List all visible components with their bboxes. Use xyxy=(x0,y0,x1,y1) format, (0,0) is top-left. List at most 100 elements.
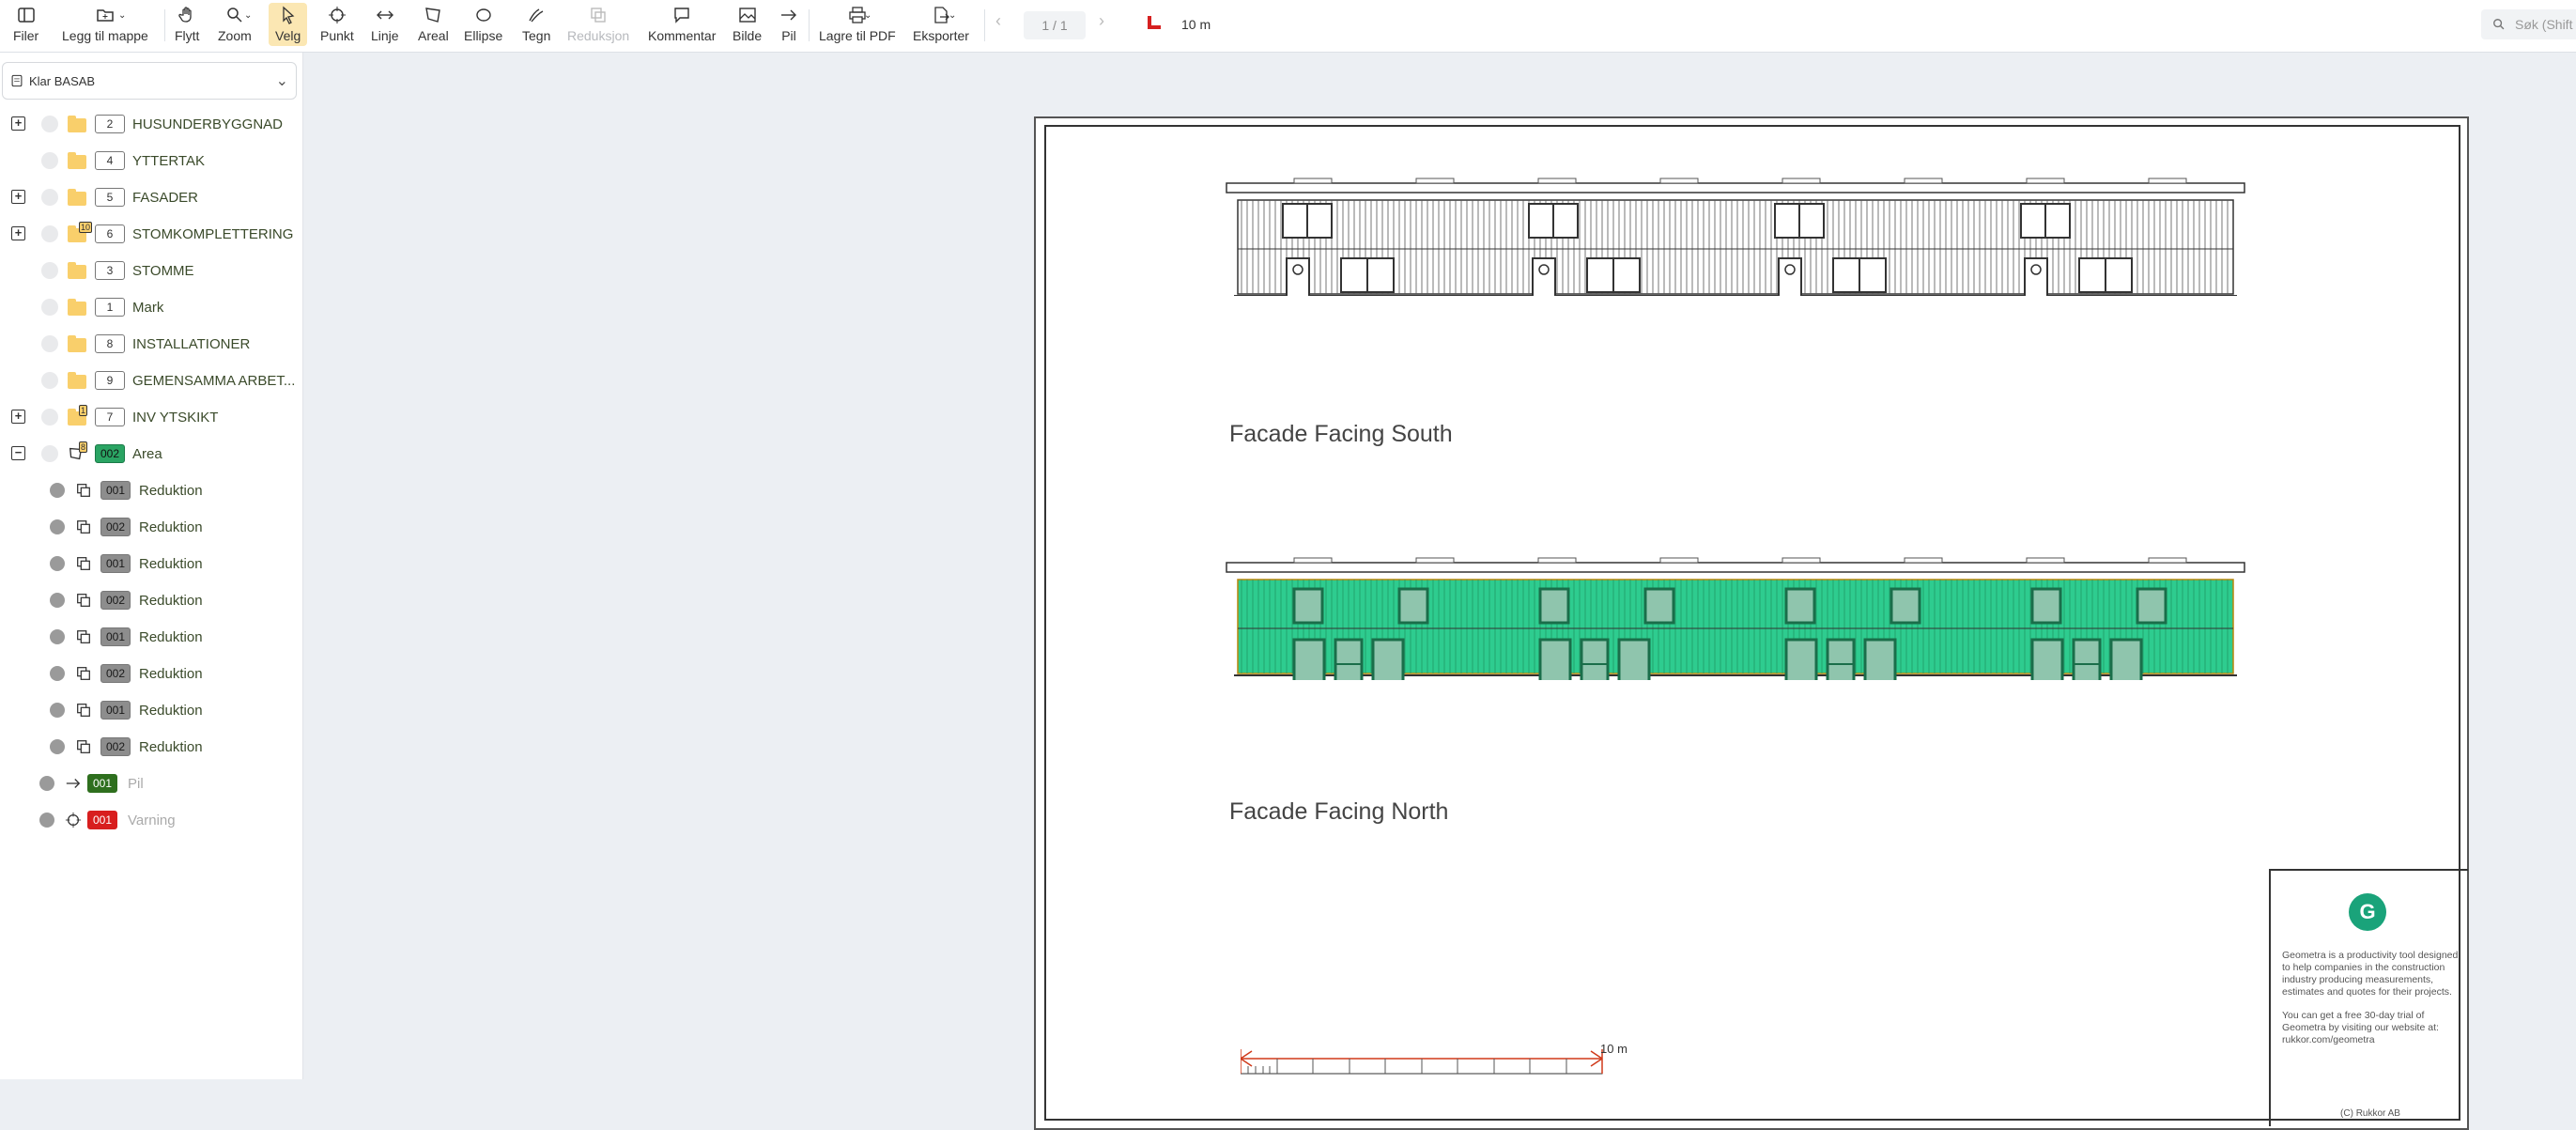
visibility-toggle[interactable] xyxy=(41,262,58,279)
north-facade-caption: Facade Facing North xyxy=(1229,798,1449,825)
door xyxy=(1778,257,1802,296)
image-icon xyxy=(738,8,756,23)
project-select[interactable]: Klar BASAB ⌄ xyxy=(2,62,297,100)
reduction-icon xyxy=(77,557,90,570)
visibility-toggle[interactable] xyxy=(41,225,58,242)
visibility-toggle[interactable] xyxy=(41,409,58,426)
drawing-canvas[interactable]: Facade Facing South Facade Facing North … xyxy=(303,53,2576,1130)
visibility-toggle[interactable] xyxy=(50,739,65,754)
draw-tool[interactable]: Tegn xyxy=(522,3,550,46)
ellipse-tool[interactable]: Ellipse xyxy=(464,3,502,46)
export-button[interactable]: Eksporter ⌄ xyxy=(913,3,969,46)
visibility-toggle[interactable] xyxy=(41,189,58,206)
expand-toggle[interactable]: + xyxy=(11,190,25,204)
child-count: 10 xyxy=(79,222,93,233)
expand-toggle[interactable]: + xyxy=(11,226,25,240)
roof-vent xyxy=(1293,178,1333,184)
visibility-toggle[interactable] xyxy=(41,152,58,169)
page-indicator[interactable]: 1 / 1 xyxy=(1024,11,1086,39)
document-icon xyxy=(11,74,23,87)
south-facade-drawing[interactable] xyxy=(1225,164,2258,296)
window-reduction xyxy=(1538,638,1572,680)
visibility-toggle[interactable] xyxy=(50,483,65,498)
folder-icon xyxy=(68,189,86,206)
save-pdf-button[interactable]: Lagre til PDF ⌄ xyxy=(819,3,896,46)
cursor-icon xyxy=(282,6,295,24)
visibility-toggle[interactable] xyxy=(50,519,65,534)
visibility-toggle[interactable] xyxy=(50,703,65,718)
visibility-toggle[interactable] xyxy=(50,593,65,608)
move-tool[interactable]: Flytt xyxy=(175,3,199,46)
files-button[interactable]: Filer xyxy=(13,3,39,46)
layer-id-badge: 4 xyxy=(95,151,125,170)
chevron-down-icon: ⌄ xyxy=(949,10,957,21)
area-tool[interactable]: Areal xyxy=(418,3,449,46)
arrow-icon xyxy=(66,779,81,788)
visibility-toggle[interactable] xyxy=(50,666,65,681)
comment-icon xyxy=(674,8,689,23)
comment-tool[interactable]: Kommentar xyxy=(648,3,716,46)
info-paragraph: You can get a free 30-day trial of Geome… xyxy=(2282,1010,2439,1045)
roof-vent xyxy=(1659,557,1699,564)
window-reduction xyxy=(2030,587,2062,625)
prev-page-button[interactable]: ‹ xyxy=(995,11,1001,31)
magnifier-icon xyxy=(227,8,242,23)
visibility-toggle[interactable] xyxy=(50,629,65,644)
point-tool[interactable]: Punkt xyxy=(320,3,354,46)
next-page-button[interactable]: › xyxy=(1099,11,1104,31)
select-tool[interactable]: Velg xyxy=(269,3,308,46)
reduction-id-badge: 002 xyxy=(100,664,131,683)
scale-value[interactable]: 10 m xyxy=(1181,17,1211,32)
window-reduction xyxy=(1397,587,1429,625)
visibility-toggle[interactable] xyxy=(41,116,58,132)
door-reduction xyxy=(1580,638,1610,680)
visibility-toggle[interactable] xyxy=(39,776,54,791)
layer-id-badge: 002 xyxy=(95,444,125,463)
folder-icon xyxy=(68,372,86,389)
north-facade-drawing[interactable] xyxy=(1225,544,2258,680)
image-tool[interactable]: Bilde xyxy=(733,3,762,46)
reduction-id-badge: 001 xyxy=(100,481,131,500)
window-reduction xyxy=(1863,638,1897,680)
copyright: (C) Rukkor AB xyxy=(2340,1108,2400,1119)
window-reduction xyxy=(2030,638,2064,680)
roof-vent xyxy=(1782,557,1821,564)
south-facade-caption: Facade Facing South xyxy=(1229,421,1453,447)
roof-vent xyxy=(1904,557,1943,564)
reduction-name: Reduktion xyxy=(139,482,203,499)
visibility-toggle[interactable] xyxy=(39,813,54,828)
visibility-toggle[interactable] xyxy=(50,556,65,571)
door xyxy=(2024,257,2048,296)
reduction-icon xyxy=(591,8,606,23)
visibility-toggle[interactable] xyxy=(41,445,58,462)
layer-name: STOMKOMPLETTERING xyxy=(132,225,294,242)
geometra-logo: G xyxy=(2349,893,2386,931)
scale-bar xyxy=(1241,1049,1603,1075)
line-tool[interactable]: Linje xyxy=(371,3,399,46)
layer-name: Mark xyxy=(132,299,164,316)
arrow-tool[interactable]: Pil xyxy=(779,3,798,46)
zoom-tool[interactable]: Zoom ⌄ xyxy=(218,3,252,46)
reduction-id-badge: 002 xyxy=(100,518,131,536)
roof-vent xyxy=(1782,178,1821,184)
reduction-name: Reduktion xyxy=(139,665,203,682)
markup-id-badge: 001 xyxy=(87,774,117,793)
roof-eave xyxy=(1226,562,2245,573)
collapse-toggle[interactable]: − xyxy=(11,446,25,460)
folder-icon xyxy=(68,116,86,132)
visibility-toggle[interactable] xyxy=(41,372,58,389)
roof-vent xyxy=(1537,557,1577,564)
expand-toggle[interactable]: + xyxy=(11,116,25,131)
door xyxy=(1286,257,1310,296)
layer-id-badge: 8 xyxy=(95,334,125,353)
scale-icon[interactable] xyxy=(1148,16,1161,29)
window-reduction xyxy=(1538,587,1570,625)
search-input[interactable]: Søk (Shift xyxy=(2481,9,2576,39)
layer-name: YTTERTAK xyxy=(132,152,205,169)
expand-toggle[interactable]: + xyxy=(11,410,25,424)
toolbar: Filer Legg til mappe ⌄ Flytt Zoom ⌄ Velg… xyxy=(0,0,2576,53)
visibility-toggle[interactable] xyxy=(41,299,58,316)
reduction-tool[interactable]: Reduksjon xyxy=(567,3,629,46)
visibility-toggle[interactable] xyxy=(41,335,58,352)
add-folder-button[interactable]: Legg til mappe ⌄ xyxy=(62,3,148,46)
